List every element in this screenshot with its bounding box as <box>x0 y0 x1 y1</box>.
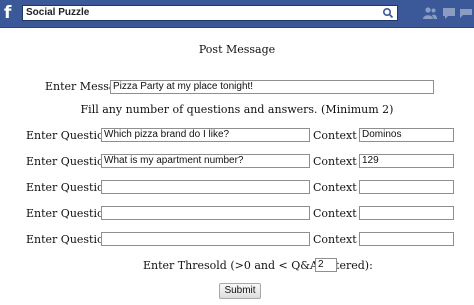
threshold-label: Enter Thresold (>0 and < Q&A entered): <box>143 259 373 272</box>
instructions-text: Fill any number of questions and answers… <box>80 103 394 116</box>
context-5-input[interactable] <box>359 232 454 246</box>
context-4-input[interactable] <box>359 206 454 220</box>
question-1-input[interactable]: Which pizza brand do I like? <box>101 128 310 142</box>
messages-icon[interactable] <box>441 6 457 20</box>
message-input[interactable]: Pizza Party at my place tonight! <box>110 80 434 94</box>
facebook-logo[interactable]: f <box>4 4 18 22</box>
friends-icon[interactable] <box>422 6 438 20</box>
threshold-input[interactable]: 2 <box>315 258 337 272</box>
context-1-input[interactable]: Dominos <box>359 128 454 142</box>
search-input-value: Social Puzzle <box>26 7 90 18</box>
top-navigation-bar: f Social Puzzle <box>0 0 474 28</box>
notifications-icon[interactable] <box>458 6 474 20</box>
search-icon[interactable] <box>382 7 394 19</box>
search-input[interactable]: Social Puzzle <box>22 5 398 21</box>
question-3-input[interactable] <box>101 180 310 194</box>
question-2-input[interactable]: What is my apartment number? <box>101 154 310 168</box>
context-2-input[interactable]: 129 <box>359 154 454 168</box>
question-4-input[interactable] <box>101 206 310 220</box>
question-5-input[interactable] <box>101 232 310 246</box>
page-title: Post Message <box>198 43 276 56</box>
context-3-input[interactable] <box>359 180 454 194</box>
submit-button[interactable]: Submit <box>219 283 261 299</box>
